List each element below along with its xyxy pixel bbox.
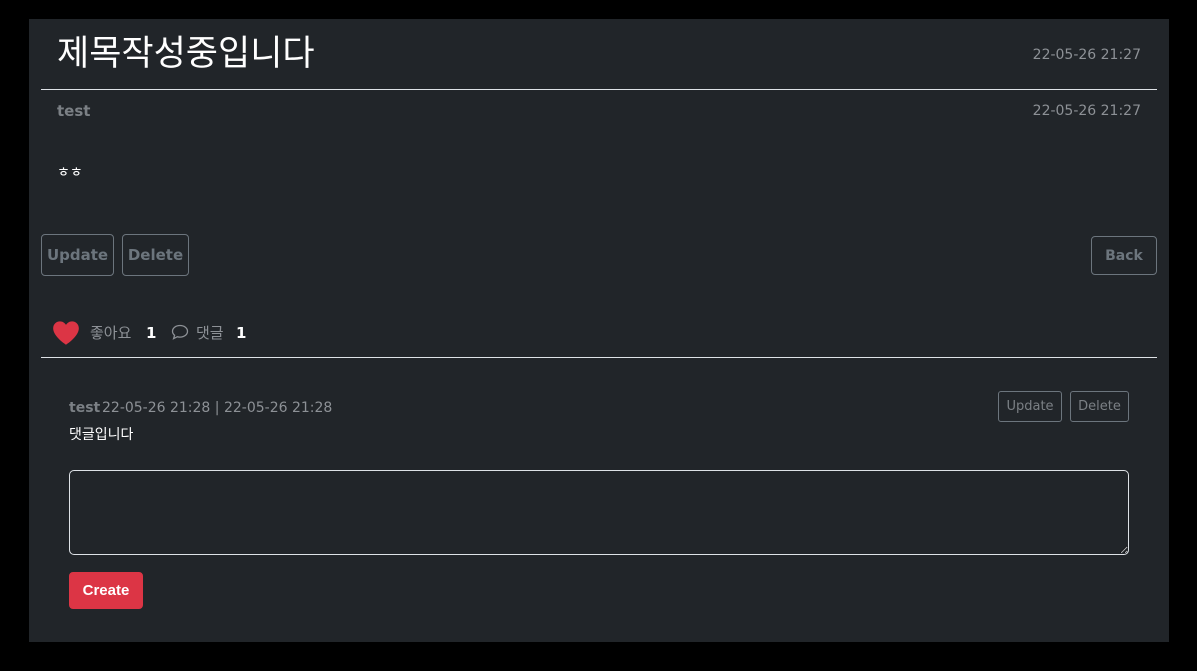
like-count: 1 (146, 324, 157, 342)
comment-label: 댓글 (196, 324, 224, 342)
create-comment-button[interactable]: Create (69, 572, 143, 609)
comment-delete-button[interactable]: Delete (1070, 391, 1129, 422)
stats-divider (41, 357, 1157, 358)
chat-bubble-icon (171, 324, 189, 340)
comment-text: 댓글입니다 (69, 427, 134, 443)
heart-icon[interactable] (52, 320, 80, 346)
post-modified-date: 22-05-26 21:27 (1032, 103, 1141, 119)
comment-update-button[interactable]: Update (998, 391, 1062, 422)
comment-count: 1 (236, 324, 247, 342)
like-label: 좋아요 (90, 324, 132, 342)
post-author: test (57, 102, 91, 120)
comment-dates: 22-05-26 21:28 | 22-05-26 21:28 (102, 400, 333, 416)
post-update-button[interactable]: Update (41, 234, 114, 276)
post-delete-button[interactable]: Delete (122, 234, 189, 276)
comment-author: test (69, 400, 101, 416)
post-content: ㅎㅎ (57, 165, 83, 181)
post-panel: 제목작성중입니다 22-05-26 21:27 test 22-05-26 21… (29, 19, 1169, 642)
comment-textarea[interactable] (69, 470, 1129, 555)
title-divider (41, 89, 1157, 90)
post-created-date: 22-05-26 21:27 (1032, 47, 1141, 63)
back-button[interactable]: Back (1091, 236, 1157, 275)
post-title: 제목작성중입니다 (57, 34, 315, 74)
